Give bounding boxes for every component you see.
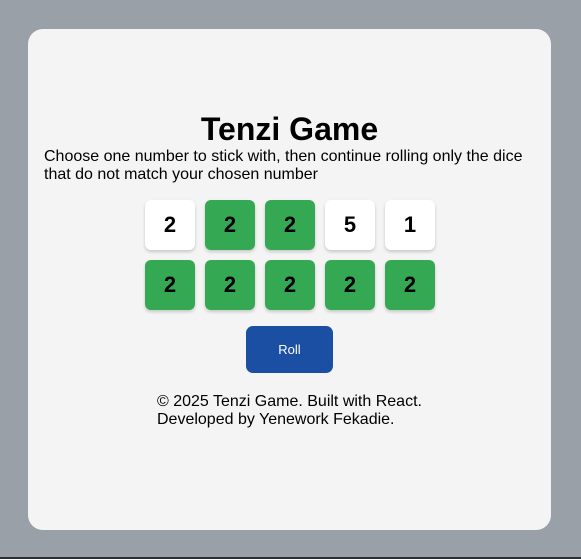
die-4[interactable]: 5 [325, 200, 375, 250]
footer-copyright: © 2025 Tenzi Game. Built with React. [157, 393, 422, 410]
game-card: Tenzi Game Choose one number to stick wi… [28, 29, 551, 530]
die-2[interactable]: 2 [205, 200, 255, 250]
page-title: Tenzi Game [200, 111, 379, 147]
footer: © 2025 Tenzi Game. Built with React. Dev… [157, 393, 457, 429]
die-10[interactable]: 2 [385, 260, 435, 310]
die-7[interactable]: 2 [205, 260, 255, 310]
die-3[interactable]: 2 [265, 200, 315, 250]
die-1[interactable]: 2 [145, 200, 195, 250]
die-8[interactable]: 2 [265, 260, 315, 310]
die-9[interactable]: 2 [325, 260, 375, 310]
footer-credits: Developed by Yenework Fekadie. [157, 411, 395, 428]
game-instructions: Choose one number to stick with, then co… [44, 148, 523, 183]
dice-grid: 2 2 2 5 1 2 2 2 2 2 [145, 200, 435, 310]
roll-button[interactable]: Roll [246, 326, 333, 373]
die-6[interactable]: 2 [145, 260, 195, 310]
die-5[interactable]: 1 [385, 200, 435, 250]
